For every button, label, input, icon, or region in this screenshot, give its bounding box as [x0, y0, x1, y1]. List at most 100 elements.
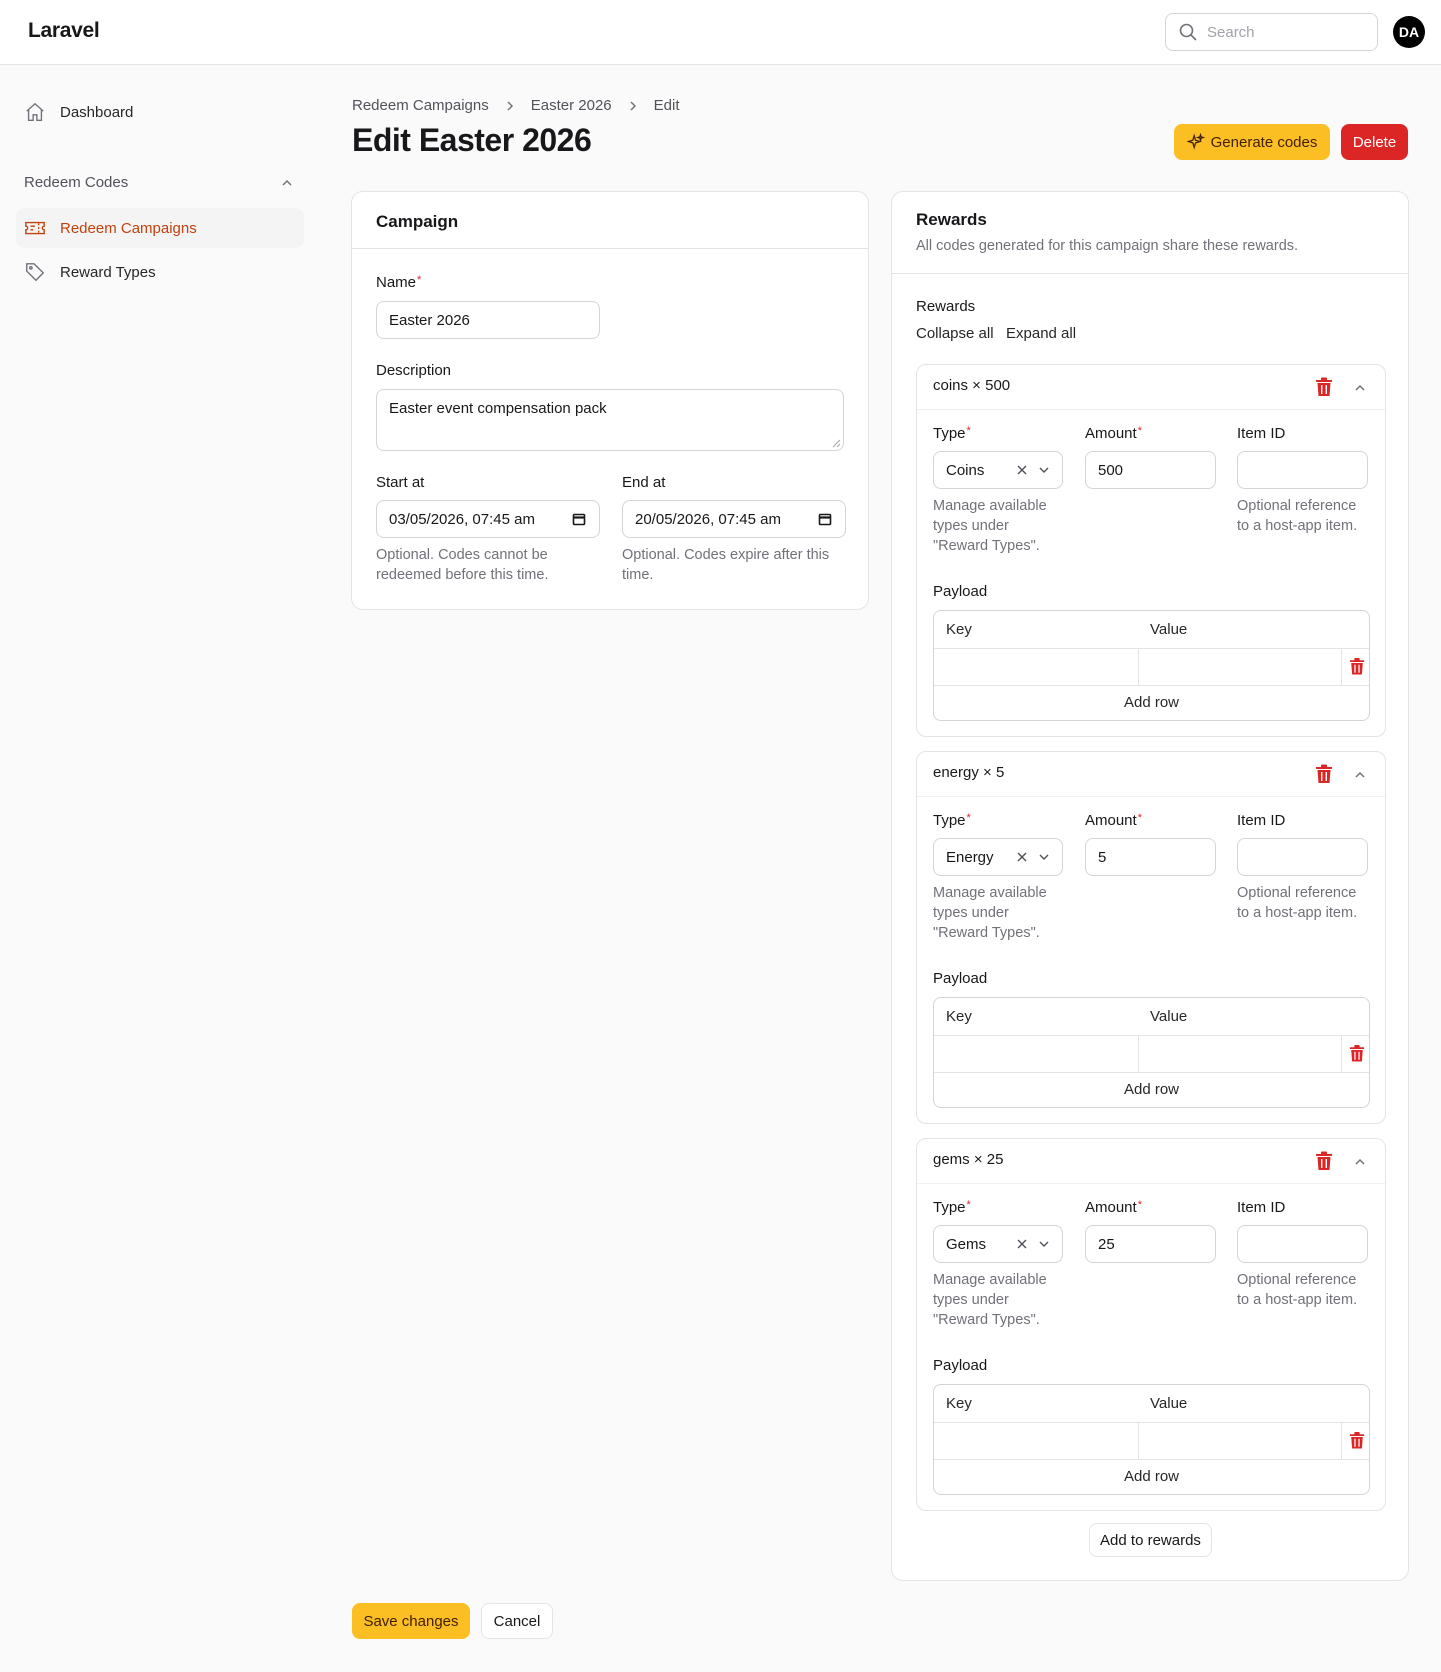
payload-key-header: Key: [946, 1395, 972, 1412]
add-to-rewards-button[interactable]: Add to rewards: [1089, 1523, 1212, 1557]
payload-divider: [1341, 648, 1342, 685]
add-row-button[interactable]: Add row: [934, 694, 1369, 711]
chevron-up-icon[interactable]: [1353, 381, 1367, 395]
amount-field[interactable]: 25: [1085, 1225, 1216, 1263]
sidebar-item-dashboard[interactable]: Dashboard: [16, 92, 304, 132]
chevron-up-icon[interactable]: [1353, 768, 1367, 782]
breadcrumb-item[interactable]: Easter 2026: [531, 97, 612, 114]
required-marker: *: [966, 812, 971, 824]
sidebar-item-label: Redeem Campaigns: [60, 219, 197, 237]
clear-icon[interactable]: [1016, 851, 1028, 863]
add-row-button[interactable]: Add row: [934, 1081, 1369, 1098]
payload-table: Key Value Add row: [933, 610, 1370, 721]
amount-field[interactable]: 5: [1085, 838, 1216, 876]
sparkles-icon: [1186, 133, 1205, 150]
type-label: Type*: [933, 425, 971, 442]
rewards-list-label: Rewards: [916, 298, 976, 315]
item-id-field[interactable]: [1237, 838, 1368, 876]
description-field[interactable]: Easter event compensation pack: [376, 389, 844, 451]
required-marker: *: [966, 425, 971, 437]
generate-codes-button[interactable]: Generate codes: [1174, 124, 1330, 160]
sidebar-item-reward-types[interactable]: Reward Types: [16, 252, 304, 292]
payload-divider: [1341, 1035, 1342, 1072]
reward-item: gems × 25 Type* Gems Manage available ty…: [916, 1138, 1386, 1511]
cancel-button[interactable]: Cancel: [481, 1603, 553, 1639]
sidebar-item-label: Dashboard: [60, 103, 134, 121]
payload-value-input[interactable]: [1139, 1036, 1341, 1072]
required-marker: *: [1137, 425, 1142, 437]
home-icon: [26, 102, 44, 121]
tag-icon: [26, 263, 45, 282]
calendar-icon[interactable]: [571, 511, 587, 527]
add-row-button[interactable]: Add row: [934, 1468, 1369, 1485]
campaign-card: Campaign Name* Easter 2026 Description E…: [351, 191, 869, 610]
item-id-field[interactable]: [1237, 451, 1368, 489]
payload-key-header: Key: [946, 1008, 972, 1025]
calendar-icon[interactable]: [817, 511, 833, 527]
type-selected-value: Energy: [946, 848, 994, 866]
search-input[interactable]: Search: [1165, 13, 1378, 51]
type-select[interactable]: Coins: [933, 451, 1063, 489]
trash-icon[interactable]: [1315, 377, 1333, 397]
type-label-text: Type: [933, 425, 966, 442]
generate-codes-label: Generate codes: [1210, 133, 1318, 151]
ticket-icon: [25, 221, 45, 235]
reward-item: energy × 5 Type* Energy Manage available…: [916, 751, 1386, 1124]
payload-key-input[interactable]: [934, 649, 1138, 685]
rewards-card-subtitle: All codes generated for this campaign sh…: [916, 238, 1299, 254]
start-at-label: Start at: [376, 474, 425, 491]
sidebar-item-redeem-campaigns[interactable]: Redeem Campaigns: [16, 208, 304, 248]
expand-all-link[interactable]: Expand all: [1006, 325, 1076, 342]
sidebar-group-redeem-codes[interactable]: Redeem Codes: [24, 174, 294, 191]
item-id-help: Optional reference to a host-app item.: [1237, 498, 1358, 534]
trash-icon[interactable]: [1349, 1044, 1365, 1063]
required-marker: *: [1137, 812, 1142, 824]
resize-handle-icon[interactable]: [831, 438, 841, 448]
type-help: Manage available types under "Reward Typ…: [933, 885, 1047, 941]
type-selected-value: Gems: [946, 1235, 987, 1253]
payload-key-input[interactable]: [934, 1036, 1138, 1072]
item-id-field[interactable]: [1237, 1225, 1368, 1263]
chevron-down-icon[interactable]: [1038, 464, 1050, 476]
chevron-up-icon[interactable]: [280, 176, 294, 190]
payload-divider: [934, 1072, 1369, 1073]
delete-button[interactable]: Delete: [1341, 124, 1408, 160]
payload-value-input[interactable]: [1139, 649, 1341, 685]
chevron-down-icon[interactable]: [1038, 851, 1050, 863]
end-at-label: End at: [622, 474, 666, 491]
reward-item-title[interactable]: energy × 5: [933, 764, 1004, 781]
breadcrumb-item[interactable]: Redeem Campaigns: [352, 97, 489, 114]
name-field[interactable]: Easter 2026: [376, 301, 600, 339]
item-id-help: Optional reference to a host-app item.: [1237, 1272, 1358, 1308]
end-at-field[interactable]: 20/05/2026, 07:45 am: [622, 500, 846, 538]
required-marker: *: [966, 1199, 971, 1211]
trash-icon[interactable]: [1315, 764, 1333, 784]
clear-icon[interactable]: [1016, 464, 1028, 476]
clear-icon[interactable]: [1016, 1238, 1028, 1250]
payload-value-input[interactable]: [1139, 1423, 1341, 1459]
campaign-card-title: Campaign: [376, 212, 459, 231]
trash-icon[interactable]: [1349, 657, 1365, 676]
save-changes-button[interactable]: Save changes: [352, 1603, 470, 1639]
card-divider: [892, 273, 1408, 274]
chevron-up-icon[interactable]: [1353, 1155, 1367, 1169]
end-at-value: 20/05/2026, 07:45 am: [635, 510, 781, 528]
start-at-field[interactable]: 03/05/2026, 07:45 am: [376, 500, 600, 538]
payload-table: Key Value Add row: [933, 1384, 1370, 1495]
type-select[interactable]: Gems: [933, 1225, 1063, 1263]
brand-logo[interactable]: Laravel: [28, 19, 100, 43]
start-at-help: Optional. Codes cannot be redeemed befor…: [376, 547, 549, 583]
payload-key-input[interactable]: [934, 1423, 1138, 1459]
item-id-label: Item ID: [1237, 1199, 1286, 1216]
amount-field[interactable]: 500: [1085, 451, 1216, 489]
user-avatar[interactable]: DA: [1393, 16, 1425, 48]
description-value: Easter event compensation pack: [389, 400, 607, 417]
reward-item-title[interactable]: coins × 500: [933, 377, 1010, 394]
collapse-all-link[interactable]: Collapse all: [916, 325, 994, 342]
trash-icon[interactable]: [1349, 1431, 1365, 1450]
reward-item-title[interactable]: gems × 25: [933, 1151, 1003, 1168]
type-select[interactable]: Energy: [933, 838, 1063, 876]
required-marker: *: [417, 274, 422, 286]
trash-icon[interactable]: [1315, 1151, 1333, 1171]
chevron-down-icon[interactable]: [1038, 1238, 1050, 1250]
